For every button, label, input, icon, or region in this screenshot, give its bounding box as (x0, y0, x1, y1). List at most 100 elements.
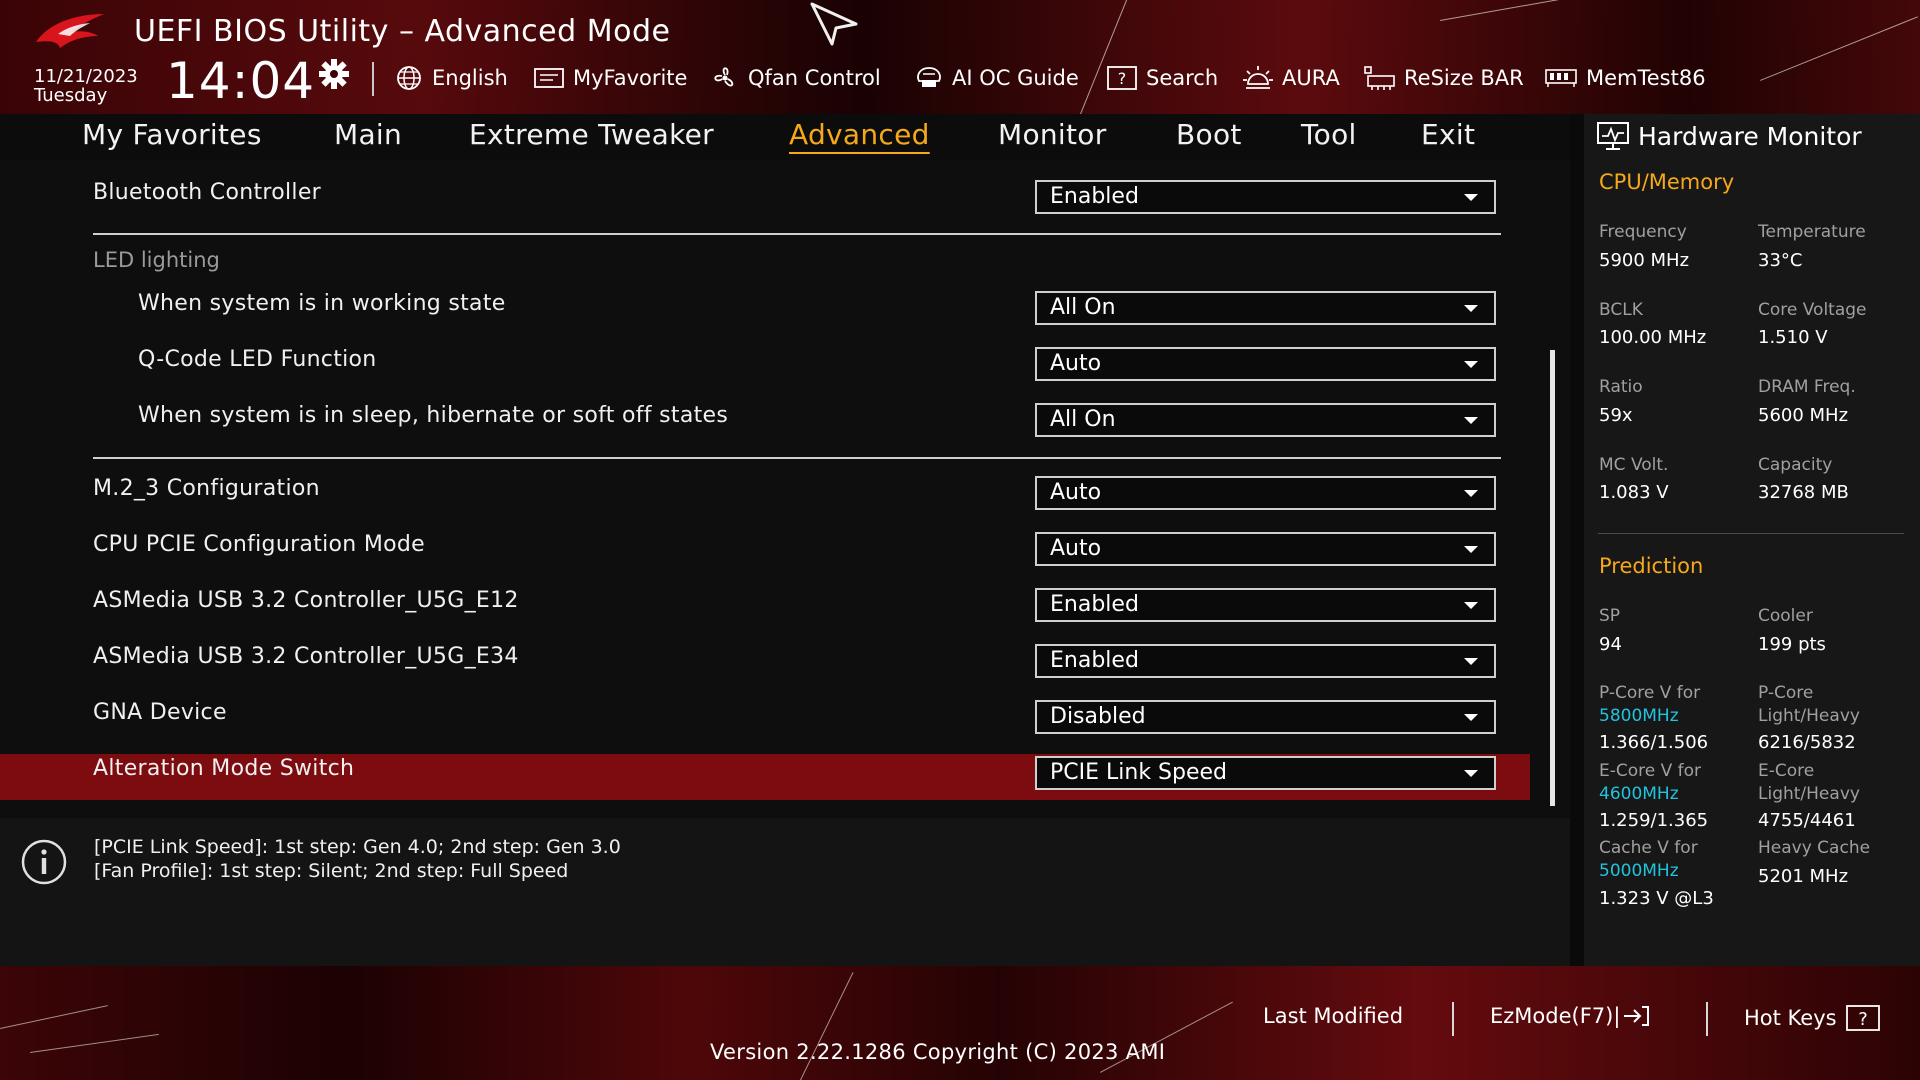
tab-main[interactable]: Main (334, 118, 402, 151)
frequency-label: Frequency (1599, 222, 1687, 242)
toolbar-myfavorite-label: MyFavorite (573, 66, 688, 90)
asmedia-e12-dropdown[interactable]: Enabled (1035, 588, 1496, 622)
exit-arrow-icon (1624, 1006, 1650, 1026)
asmedia-e34-dropdown[interactable]: Enabled (1035, 644, 1496, 678)
settings-panel: Bluetooth Controller Enabled LED lightin… (0, 160, 1570, 818)
alteration-mode-switch-dropdown[interactable]: PCIE Link Speed (1035, 756, 1496, 790)
led-sleep-state-dropdown[interactable]: All On (1035, 403, 1496, 437)
clock-settings-gear-icon[interactable] (318, 58, 350, 90)
aura-light-icon (1243, 66, 1273, 89)
decor-stripe (1080, 0, 1134, 114)
asmedia-e12-label: ASMedia USB 3.2 Controller_U5G_E12 (93, 588, 519, 613)
clock-time: 14:04 (166, 52, 316, 110)
dropdown-arrow-icon (1464, 770, 1478, 777)
last-modified-button[interactable]: Last Modified (1263, 1004, 1403, 1028)
toolbar-search-label: Search (1146, 66, 1219, 90)
toolbar-memtest86-label: MemTest86 (1586, 66, 1706, 90)
pcore-lh-value: 6216/5832 (1758, 732, 1856, 753)
toolbar-memtest86[interactable]: MemTest86 (1544, 64, 1706, 92)
alteration-mode-switch-label: Alteration Mode Switch (93, 756, 355, 781)
bluetooth-controller-dropdown[interactable]: Enabled (1035, 180, 1496, 214)
hardware-monitor-title: Hardware Monitor (1638, 121, 1862, 151)
cpu-pcie-mode-value: Auto (1050, 536, 1102, 561)
info-line-2: [Fan Profile]: 1st step: Silent; 2nd ste… (94, 860, 569, 882)
tab-advanced[interactable]: Advanced (789, 118, 930, 151)
toolbar-divider (372, 62, 374, 96)
capacity-label: Capacity (1758, 455, 1833, 475)
date-text: 11/21/2023 (34, 66, 138, 87)
app-title: UEFI BIOS Utility – Advanced Mode (134, 14, 671, 49)
dram-freq-label: DRAM Freq. (1758, 377, 1856, 397)
dropdown-arrow-icon (1464, 361, 1478, 368)
favorite-card-icon (534, 68, 564, 88)
core-voltage-value: 1.510 V (1758, 327, 1828, 348)
prediction-heading: Prediction (1599, 554, 1704, 578)
cache-v-freq: 5000MHz (1599, 861, 1679, 881)
dropdown-arrow-icon (1464, 546, 1478, 553)
asmedia-e12-value: Enabled (1050, 592, 1139, 617)
toolbar-qfan-label: Qfan Control (748, 66, 881, 90)
pcore-v-value: 1.366/1.506 (1599, 732, 1709, 753)
toolbar-resize-bar[interactable]: ReSize BAR (1362, 64, 1524, 92)
m2-3-configuration-value: Auto (1050, 480, 1102, 505)
cache-v-value: 1.323 V @L3 (1599, 888, 1714, 909)
info-icon (21, 839, 67, 885)
cache-v-label: Cache V for (1599, 838, 1698, 858)
tab-exit[interactable]: Exit (1421, 118, 1475, 151)
temperature-value: 33°C (1758, 250, 1803, 271)
led-working-state-dropdown[interactable]: All On (1035, 291, 1496, 325)
main-tab-bar: My Favorites Main Extreme Tweaker Advanc… (0, 114, 1570, 160)
gna-device-label: GNA Device (93, 700, 227, 725)
last-modified-label: Last Modified (1263, 1004, 1404, 1028)
toolbar-search[interactable]: ? Search (1106, 64, 1218, 92)
sp-value: 94 (1599, 634, 1622, 655)
tab-my-favorites[interactable]: My Favorites (82, 118, 262, 151)
mouse-cursor-icon (810, 2, 858, 46)
tab-boot[interactable]: Boot (1176, 118, 1242, 151)
heavy-cache-label: Heavy Cache (1758, 838, 1871, 858)
gna-device-dropdown[interactable]: Disabled (1035, 700, 1496, 734)
footer-bar: Last Modified EzMode(F7)| Hot Keys ? Ver… (0, 966, 1920, 1080)
pcore-lh-label-2: Light/Heavy (1758, 706, 1860, 726)
tab-tool[interactable]: Tool (1301, 118, 1357, 151)
tab-extreme-tweaker[interactable]: Extreme Tweaker (469, 118, 714, 151)
svg-text:?: ? (1858, 1009, 1868, 1030)
temperature-label: Temperature (1758, 222, 1866, 242)
led-lighting-group-label: LED lighting (93, 248, 220, 272)
tab-monitor[interactable]: Monitor (998, 118, 1107, 151)
toolbar-qfan-control[interactable]: Qfan Control (710, 64, 881, 92)
decor-stripe (1760, 16, 1918, 81)
bluetooth-controller-value: Enabled (1050, 184, 1139, 209)
hardware-monitor-divider (1598, 533, 1904, 534)
decor-stripe (0, 1005, 108, 1029)
alteration-mode-switch-value: PCIE Link Speed (1050, 760, 1228, 785)
settings-scrollbar[interactable] (1550, 350, 1555, 806)
asmedia-e34-value: Enabled (1050, 648, 1139, 673)
cpu-pcie-mode-dropdown[interactable]: Auto (1035, 532, 1496, 566)
qcode-led-value: Auto (1050, 351, 1102, 376)
toolbar-myfavorite[interactable]: MyFavorite (533, 64, 687, 92)
cpu-memory-heading: CPU/Memory (1599, 170, 1735, 194)
hardware-monitor-header: Hardware Monitor (1596, 118, 1862, 154)
toolbar-ai-oc-guide[interactable]: AI OC Guide (914, 64, 1079, 92)
pcore-lh-label-1: P-Core (1758, 683, 1814, 703)
toolbar-resize-bar-label: ReSize BAR (1404, 66, 1524, 90)
toolbar-aura[interactable]: AURA (1242, 64, 1340, 92)
capacity-value: 32768 MB (1758, 482, 1849, 503)
ezmode-button[interactable]: EzMode(F7)| (1490, 1004, 1652, 1028)
qcode-led-dropdown[interactable]: Auto (1035, 347, 1496, 381)
section-divider (93, 233, 1501, 235)
header-bar: UEFI BIOS Utility – Advanced Mode 11/21/… (0, 0, 1920, 114)
toolbar-english[interactable]: English (394, 64, 508, 92)
hot-keys-button[interactable]: Hot Keys ? (1744, 1004, 1881, 1032)
dram-freq-value: 5600 MHz (1758, 405, 1849, 426)
core-voltage-label: Core Voltage (1758, 300, 1867, 320)
led-working-state-value: All On (1050, 295, 1116, 320)
m2-3-configuration-dropdown[interactable]: Auto (1035, 476, 1496, 510)
ecore-lh-value: 4755/4461 (1758, 810, 1856, 831)
ecore-v-label: E-Core V for (1599, 761, 1702, 781)
ecore-v-value: 1.259/1.365 (1599, 810, 1709, 831)
fan-icon (714, 67, 734, 87)
led-working-state-label: When system is in working state (138, 291, 506, 316)
ratio-value: 59x (1599, 405, 1633, 426)
